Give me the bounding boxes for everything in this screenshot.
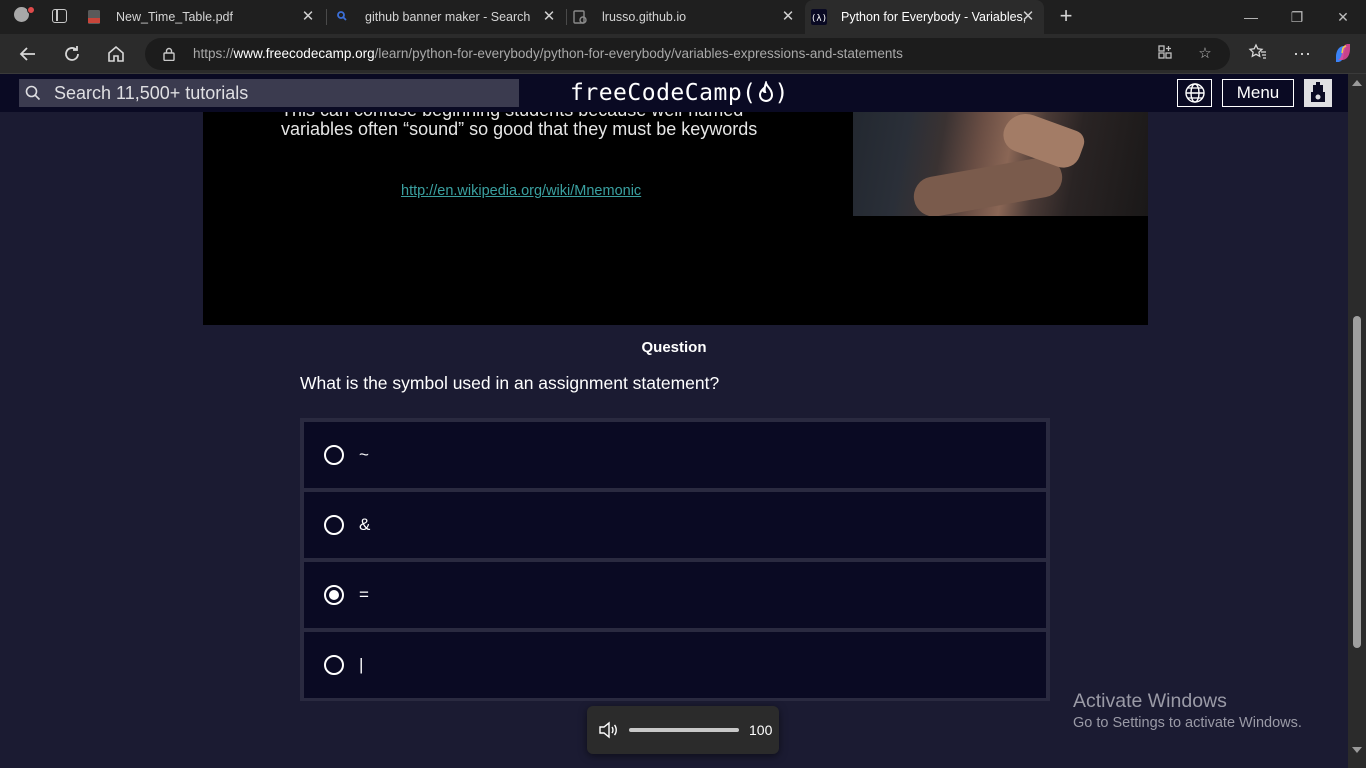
radio-button[interactable]: [324, 655, 344, 675]
tab-time-table-pdf[interactable]: New_Time_Table.pdf ✕: [86, 0, 324, 34]
close-icon[interactable]: ✕: [541, 9, 557, 25]
question-heading: Question: [641, 339, 707, 356]
search-placeholder: Search 11,500+ tutorials: [54, 83, 249, 103]
refresh-icon[interactable]: [60, 42, 84, 66]
user-avatar[interactable]: [1304, 79, 1332, 107]
home-icon[interactable]: [104, 42, 128, 66]
freecodecamp-logo[interactable]: freeCodeCamp(): [570, 78, 789, 108]
answer-label: &: [359, 515, 371, 534]
answer-option[interactable]: =: [304, 562, 1046, 628]
tab-actions-icon[interactable]: [52, 9, 67, 23]
speaker-icon[interactable]: [598, 721, 618, 739]
slide-text-line: variables often “sound” so good that the…: [281, 119, 758, 139]
lesson-content: This can confuse beginning students beca…: [0, 112, 1348, 768]
flame-icon: [758, 79, 773, 102]
site-navbar: Search 11,500+ tutorials freeCodeCamp() …: [0, 74, 1348, 112]
bing-search-icon: [335, 9, 351, 25]
tab-title: lrusso.github.io: [602, 10, 687, 24]
close-window-button[interactable]: ✕: [1320, 0, 1366, 34]
globe-icon: [1184, 83, 1205, 103]
question-text: What is the symbol used in an assignment…: [300, 373, 720, 393]
freecodecamp-icon: (λ): [811, 9, 827, 25]
answer-option[interactable]: |: [304, 632, 1046, 698]
search-icon: [25, 85, 41, 101]
tab-python-for-everybody[interactable]: (λ) Python for Everybody - Variables, ✕: [805, 0, 1044, 34]
link-page-icon: [572, 9, 588, 25]
slide-link: http://en.wikipedia.org/wiki/Mnemonic: [401, 183, 642, 199]
back-icon[interactable]: [16, 42, 40, 66]
browser-toolbar: https://www.freecodecamp.org/learn/pytho…: [0, 34, 1366, 74]
search-input[interactable]: Search 11,500+ tutorials: [19, 79, 519, 107]
tab-github-banner-search[interactable]: github banner maker - Search ✕: [335, 0, 565, 34]
answer-label: |: [359, 655, 364, 674]
menu-button[interactable]: Menu: [1222, 79, 1294, 107]
activation-watermark-title: Activate Windows: [1073, 690, 1227, 712]
close-icon[interactable]: ✕: [300, 9, 316, 25]
browser-tab-bar: New_Time_Table.pdf ✕ github banner maker…: [0, 0, 1366, 34]
url-text[interactable]: https://www.freecodecamp.org/learn/pytho…: [193, 38, 903, 70]
volume-flyout: 100: [587, 706, 779, 754]
more-options-icon[interactable]: ⋯: [1290, 42, 1314, 66]
radio-button[interactable]: [324, 515, 344, 535]
language-globe-button[interactable]: [1177, 79, 1212, 107]
page-scrollbar[interactable]: [1348, 74, 1366, 768]
answer-option[interactable]: ~: [304, 422, 1046, 488]
profile-avatar-icon[interactable]: [8, 4, 36, 30]
close-icon[interactable]: ✕: [780, 9, 796, 25]
video-player[interactable]: This can confuse beginning students beca…: [203, 112, 1148, 325]
address-bar[interactable]: https://www.freecodecamp.org/learn/pytho…: [145, 38, 1230, 70]
tab-title: Python for Everybody - Variables,: [841, 10, 1027, 24]
answer-label: =: [359, 585, 369, 604]
minimize-button[interactable]: —: [1228, 0, 1274, 34]
favorites-icon[interactable]: [1246, 42, 1270, 66]
favorite-star-icon[interactable]: ☆: [1195, 44, 1215, 64]
camper-avatar-icon: [1311, 82, 1325, 102]
new-tab-button[interactable]: +: [1056, 5, 1076, 27]
restore-button[interactable]: ❐: [1274, 0, 1320, 34]
volume-slider[interactable]: [629, 728, 739, 732]
answer-list: ~ & = |: [300, 418, 1050, 701]
activation-watermark-subtitle: Go to Settings to activate Windows.: [1073, 715, 1302, 731]
scroll-up-arrow-icon[interactable]: [1352, 80, 1362, 86]
answer-label: ~: [359, 445, 369, 464]
app-available-icon[interactable]: [1155, 44, 1175, 64]
close-icon[interactable]: ✕: [1020, 9, 1036, 25]
tab-title: github banner maker - Search: [365, 10, 531, 24]
svg-text:(λ): (λ): [811, 14, 827, 24]
scrollbar-thumb[interactable]: [1353, 316, 1361, 648]
pdf-icon: [86, 9, 102, 25]
radio-button-selected[interactable]: [324, 585, 344, 605]
tab-lrusso-github[interactable]: lrusso.github.io ✕: [572, 0, 804, 34]
presenter-webcam: [853, 112, 1148, 216]
lock-icon[interactable]: [163, 47, 175, 61]
copilot-icon[interactable]: [1331, 42, 1355, 66]
tab-title: New_Time_Table.pdf: [116, 10, 233, 24]
scroll-down-arrow-icon[interactable]: [1352, 747, 1362, 753]
answer-option[interactable]: &: [304, 492, 1046, 558]
radio-button[interactable]: [324, 445, 344, 465]
volume-value: 100: [749, 722, 773, 738]
